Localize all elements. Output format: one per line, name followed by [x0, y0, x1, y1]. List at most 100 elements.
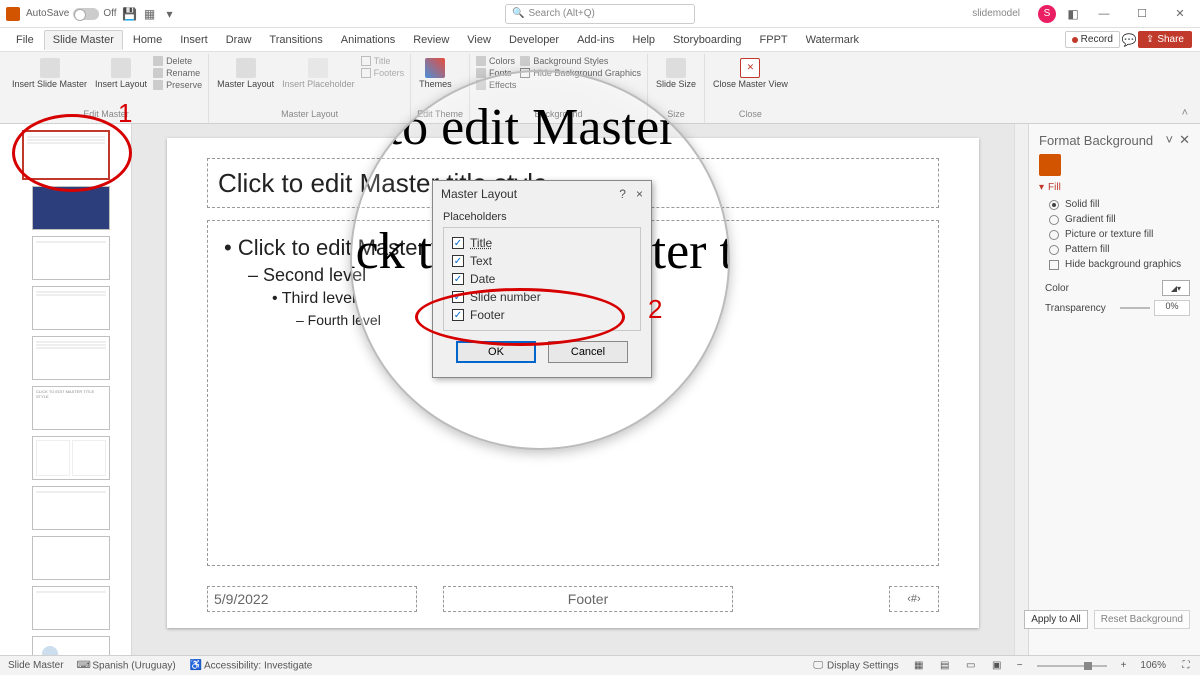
preserve-button[interactable]: Preserve	[153, 80, 202, 90]
tab-file[interactable]: File	[8, 31, 42, 49]
present-icon[interactable]: ▦	[143, 7, 157, 21]
solid-fill-radio[interactable]: Solid fill	[1039, 197, 1190, 212]
tab-review[interactable]: Review	[405, 31, 457, 49]
zoom-slider[interactable]	[1037, 665, 1107, 667]
fonts-button[interactable]: Fonts	[476, 68, 516, 78]
thumbnail-layout[interactable]	[32, 186, 110, 230]
record-button[interactable]: Record	[1065, 31, 1120, 48]
status-view[interactable]: Slide Master	[8, 660, 64, 671]
tab-help[interactable]: Help	[624, 31, 663, 49]
transparency-slider[interactable]	[1120, 307, 1150, 309]
effects-button[interactable]: Effects	[476, 80, 516, 90]
display-settings[interactable]: 🖵 Display Settings	[812, 660, 898, 672]
slideshow-view-icon[interactable]: ▣	[991, 660, 1003, 672]
thumbnail-layout[interactable]	[32, 236, 110, 280]
pane-options-icon[interactable]: ˅	[1166, 132, 1174, 147]
delete-button[interactable]: Delete	[153, 56, 202, 66]
status-language[interactable]: ⌨ Spanish (Uruguay)	[78, 660, 176, 672]
tab-slide-master[interactable]: Slide Master	[44, 30, 123, 50]
gradient-fill-radio[interactable]: Gradient fill	[1039, 212, 1190, 227]
reset-background-button[interactable]: Reset Background	[1094, 610, 1190, 629]
text-checkbox[interactable]: Text	[452, 252, 632, 270]
insert-layout-button[interactable]: Insert Layout	[93, 56, 149, 92]
color-picker[interactable]: ◢▾	[1162, 280, 1190, 296]
zoom-in-button[interactable]: +	[1121, 660, 1127, 671]
normal-view-icon[interactable]: ▦	[913, 660, 925, 672]
thumbnail-layout[interactable]	[32, 286, 110, 330]
zoom-out-button[interactable]: −	[1017, 660, 1023, 671]
dialog-close-button[interactable]: ×	[636, 187, 643, 201]
autosave-toggle[interactable]: AutoSave Off	[26, 8, 117, 20]
transparency-input[interactable]: 0%	[1154, 300, 1190, 316]
pattern-fill-radio[interactable]: Pattern fill	[1039, 242, 1190, 257]
tab-home[interactable]: Home	[125, 31, 170, 49]
zoom-level[interactable]: 106%	[1140, 660, 1166, 671]
master-layout-button[interactable]: Master Layout	[215, 56, 276, 92]
close-button[interactable]: ✕	[1166, 4, 1194, 24]
vertical-scrollbar[interactable]	[1014, 124, 1028, 655]
themes-button[interactable]: Themes	[417, 56, 454, 92]
date-checkbox[interactable]: Date	[452, 270, 632, 288]
bg-styles-button[interactable]: Background Styles	[520, 56, 641, 66]
footer-placeholder[interactable]: Footer	[443, 586, 733, 612]
thumbnail-pane[interactable]: CLICK TO EDIT MASTER TITLE STYLE	[0, 124, 132, 655]
thumbnail-master[interactable]	[22, 130, 110, 180]
thumbnail-layout[interactable]: CLICK TO EDIT MASTER TITLE STYLE	[32, 386, 110, 430]
thumbnail-layout[interactable]	[32, 536, 110, 580]
save-icon[interactable]: 💾	[123, 7, 137, 21]
apply-to-all-button[interactable]: Apply to All	[1024, 610, 1087, 629]
hide-bg-checkbox[interactable]: Hide background graphics	[1039, 257, 1190, 272]
status-accessibility[interactable]: ♿ Accessibility: Investigate	[190, 660, 313, 672]
tab-watermark[interactable]: Watermark	[798, 31, 867, 49]
comments-icon[interactable]: 💬	[1122, 33, 1136, 47]
tab-fppt[interactable]: FPPT	[752, 31, 796, 49]
minimize-button[interactable]: —	[1090, 4, 1118, 24]
ribbon-options-icon[interactable]: ◧	[1066, 7, 1080, 21]
checkbox-icon	[361, 56, 371, 66]
colors-button[interactable]: Colors	[476, 56, 516, 66]
close-master-button[interactable]: ✕Close Master View	[711, 56, 790, 92]
tab-insert[interactable]: Insert	[172, 31, 216, 49]
slide-size-button[interactable]: Slide Size	[654, 56, 698, 92]
collapse-ribbon-button[interactable]: ˄	[1174, 103, 1196, 123]
search-input[interactable]: 🔍 Search (Alt+Q)	[505, 4, 695, 24]
title-checkbox[interactable]: Title	[452, 234, 632, 252]
share-button[interactable]: ⇪Share	[1138, 31, 1192, 48]
avatar[interactable]: S	[1038, 5, 1056, 23]
dialog-help-button[interactable]: ?	[619, 187, 626, 201]
slide-number-placeholder[interactable]: ‹#›	[889, 586, 939, 612]
maximize-button[interactable]: ☐	[1128, 4, 1156, 24]
footer-checkbox[interactable]: Footer	[452, 306, 632, 324]
thumbnail-layout[interactable]	[32, 486, 110, 530]
more-qat-icon[interactable]: ▾	[163, 7, 177, 21]
thumbnail-layout[interactable]	[32, 436, 110, 480]
fill-category-icon[interactable]	[1039, 154, 1061, 176]
thumbnail-layout[interactable]	[32, 336, 110, 380]
insert-placeholder-button[interactable]: Insert Placeholder	[280, 56, 357, 92]
ok-button[interactable]: OK	[456, 341, 536, 363]
sorter-view-icon[interactable]: ▤	[939, 660, 951, 672]
date-placeholder[interactable]: 5/9/2022	[207, 586, 417, 612]
thumbnail-layout[interactable]	[32, 636, 110, 655]
tab-developer[interactable]: Developer	[501, 31, 567, 49]
tab-addins[interactable]: Add-ins	[569, 31, 622, 49]
title-checkbox[interactable]: Title	[361, 56, 405, 66]
cancel-button[interactable]: Cancel	[548, 341, 628, 363]
insert-slide-master-button[interactable]: Insert Slide Master	[10, 56, 89, 92]
picture-fill-radio[interactable]: Picture or texture fill	[1039, 227, 1190, 242]
tab-view[interactable]: View	[459, 31, 499, 49]
fill-section[interactable]: ▾Fill	[1039, 182, 1190, 193]
reading-view-icon[interactable]: ▭	[965, 660, 977, 672]
slide-number-checkbox[interactable]: Slide number	[452, 288, 632, 306]
hide-bg-checkbox[interactable]: Hide Background Graphics	[520, 68, 641, 78]
pane-close-icon[interactable]: ✕	[1179, 132, 1190, 147]
footers-checkbox[interactable]: Footers	[361, 68, 405, 78]
rename-button[interactable]: Rename	[153, 68, 202, 78]
tab-animations[interactable]: Animations	[333, 31, 403, 49]
tab-storyboarding[interactable]: Storyboarding	[665, 31, 750, 49]
fit-to-window-icon[interactable]: ⛶	[1180, 660, 1192, 672]
radio-icon	[1049, 200, 1059, 210]
tab-draw[interactable]: Draw	[218, 31, 260, 49]
thumbnail-layout[interactable]	[32, 586, 110, 630]
tab-transitions[interactable]: Transitions	[261, 31, 330, 49]
